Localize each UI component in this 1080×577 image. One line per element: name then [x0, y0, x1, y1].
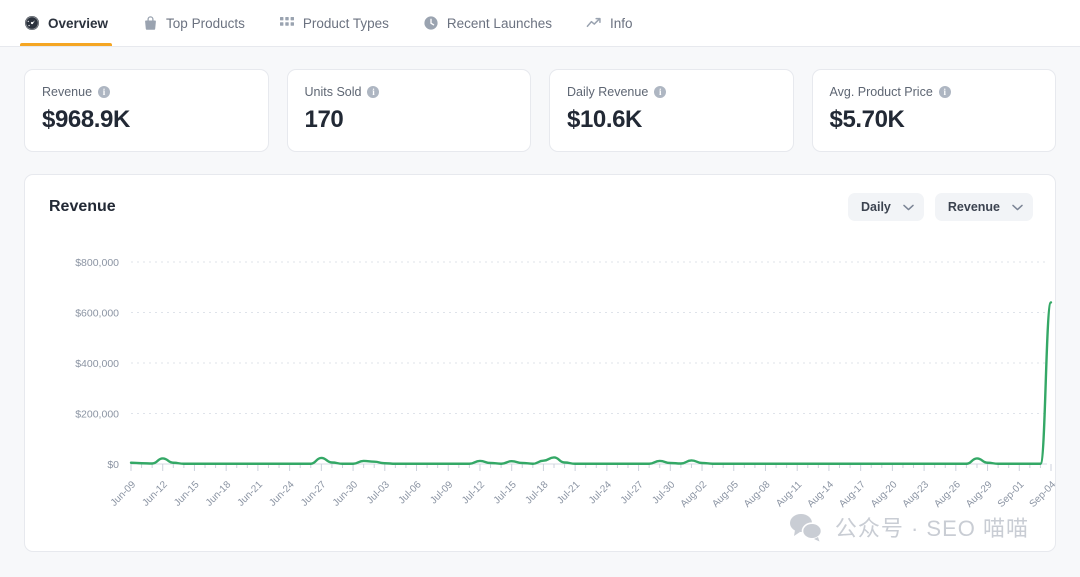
x-axis-tick-label: Aug-05	[710, 479, 741, 510]
tab-recent-launches[interactable]: Recent Launches	[423, 0, 552, 46]
kpi-label: Revenue i	[42, 85, 251, 99]
tab-overview[interactable]: Overview	[24, 0, 108, 46]
trending-up-icon	[586, 15, 602, 31]
kpi-label: Daily Revenue i	[567, 85, 776, 99]
x-axis-tick-label: Jun-15	[172, 479, 202, 509]
clock-icon	[423, 15, 439, 31]
kpi-label: Avg. Product Price i	[830, 85, 1039, 99]
kpi-value: $10.6K	[567, 106, 776, 134]
tab-label: Info	[610, 16, 633, 31]
x-axis-tick-label: Jul-15	[492, 479, 519, 506]
info-icon[interactable]: i	[654, 86, 666, 98]
x-axis-tick-label: Aug-20	[869, 479, 900, 510]
y-axis-tick-label: $800,000	[75, 257, 119, 269]
kpi-card-revenue: Revenue i $968.9K	[24, 69, 269, 152]
kpi-label-text: Avg. Product Price	[830, 85, 933, 99]
kpi-card-daily-revenue: Daily Revenue i $10.6K	[549, 69, 794, 152]
kpi-label: Units Sold i	[305, 85, 514, 99]
y-axis-tick-label: $200,000	[75, 409, 119, 421]
x-axis-tick-label: Jul-21	[555, 479, 582, 506]
kpi-label-text: Daily Revenue	[567, 85, 648, 99]
x-axis-tick-label: Aug-23	[901, 479, 932, 510]
x-axis-tick-label: Aug-14	[805, 479, 836, 510]
tab-product-types[interactable]: Product Types	[279, 0, 389, 46]
kpi-card-avg-product-price: Avg. Product Price i $5.70K	[812, 69, 1057, 152]
tab-info[interactable]: Info	[586, 0, 633, 46]
tab-label: Product Types	[303, 16, 389, 31]
x-axis-tick-label: Sep-04	[1028, 479, 1055, 510]
x-axis-tick-label: Jul-30	[650, 479, 677, 506]
y-axis-tick-label: $400,000	[75, 358, 119, 370]
revenue-chart-card: Revenue Daily Revenue $0$200,000$400,000…	[24, 174, 1056, 552]
revenue-line-series[interactable]	[131, 302, 1051, 463]
kpi-label-text: Units Sold	[305, 85, 362, 99]
y-axis-tick-label: $0	[107, 459, 119, 471]
x-axis-tick-label: Jun-18	[204, 479, 234, 509]
x-axis-tick-label: Jun-24	[267, 479, 297, 509]
x-axis-tick-label: Jul-09	[428, 479, 455, 506]
x-axis-tick-label: Jun-09	[109, 479, 139, 509]
x-axis-tick-label: Aug-11	[774, 479, 804, 509]
kpi-card-units-sold: Units Sold i 170	[287, 69, 532, 152]
x-axis-tick-label: Jun-21	[236, 479, 266, 509]
x-axis-tick-label: Jun-27	[299, 479, 329, 509]
x-axis-tick-label: Aug-02	[679, 479, 710, 510]
x-axis-tick-label: Aug-08	[742, 479, 773, 510]
info-icon[interactable]: i	[367, 86, 379, 98]
kpi-value: $968.9K	[42, 106, 251, 134]
x-axis-tick-label: Jul-27	[619, 479, 646, 506]
x-axis-tick-label: Jun-12	[140, 479, 170, 509]
x-axis-tick-label: Sep-01	[996, 479, 1027, 510]
x-axis-tick-label: Jul-06	[397, 479, 424, 506]
x-axis-tick-label: Jul-03	[365, 479, 392, 506]
tab-label: Top Products	[166, 16, 245, 31]
grid-icon	[279, 15, 295, 31]
kpi-label-text: Revenue	[42, 85, 92, 99]
x-axis-tick-label: Jun-30	[331, 479, 361, 509]
revenue-line-plot: $0 $200,000 $400,000 $600,000 $800,000 Jun-09…	[25, 175, 1055, 551]
x-axis-tick-label: Aug-26	[932, 479, 963, 510]
x-axis-tick-label: Jul-12	[460, 479, 487, 506]
tab-top-products[interactable]: Top Products	[142, 0, 245, 46]
info-icon[interactable]: i	[939, 86, 951, 98]
info-icon[interactable]: i	[98, 86, 110, 98]
gauge-icon	[24, 15, 40, 31]
tab-label: Overview	[48, 16, 108, 31]
kpi-card-row: Revenue i $968.9K Units Sold i 170 Daily…	[0, 47, 1080, 152]
tab-label: Recent Launches	[447, 16, 552, 31]
kpi-value: 170	[305, 106, 514, 134]
kpi-value: $5.70K	[830, 106, 1039, 134]
bag-icon	[142, 15, 158, 31]
y-axis-tick-label: $600,000	[75, 308, 119, 320]
x-axis-tick-label: Jul-24	[587, 479, 614, 506]
x-axis-tick-label: Aug-17	[837, 479, 868, 510]
x-axis-tick-label: Jul-18	[523, 479, 550, 506]
main-tabbar: Overview Top Products Product Types	[0, 0, 1080, 47]
x-axis-tick-label: Aug-29	[964, 479, 995, 510]
plot-svg: $0 $200,000 $400,000 $600,000 $800,000 Jun-09…	[25, 175, 1055, 551]
